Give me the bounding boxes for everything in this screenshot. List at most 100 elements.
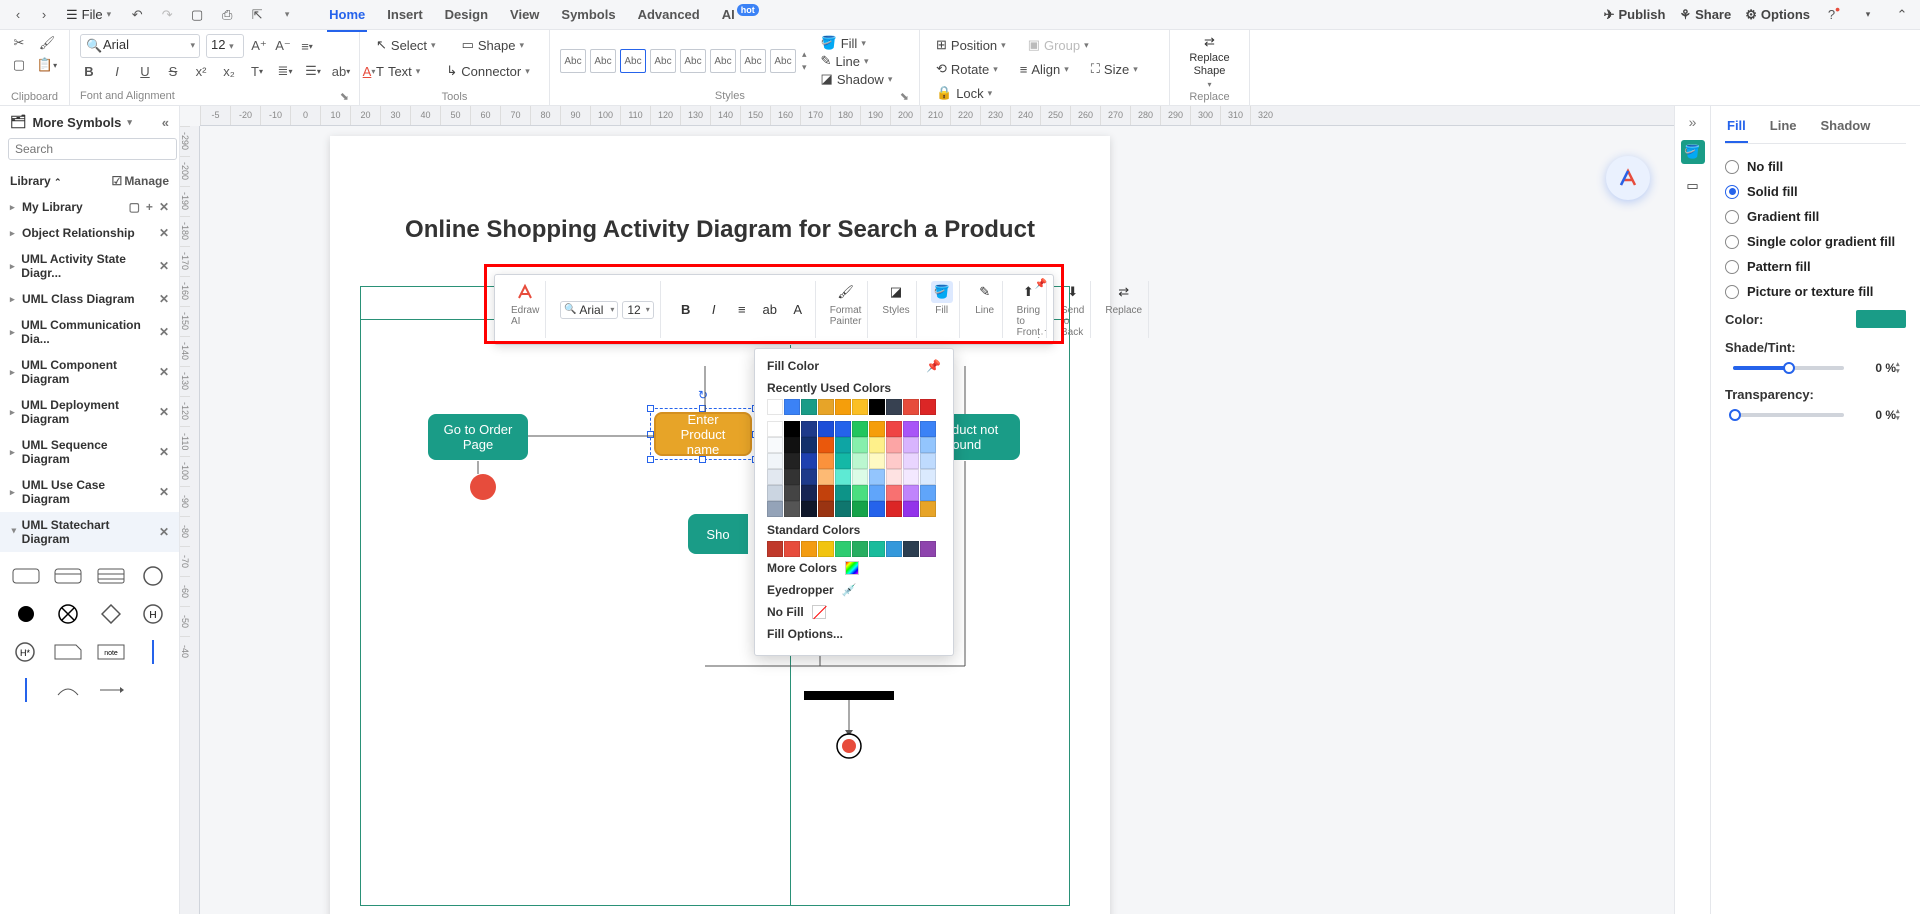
page-panel-icon[interactable]: ▭ [1681, 174, 1705, 198]
connector-tool[interactable]: ↳Connector▾ [440, 60, 535, 82]
canvas[interactable]: Online Shopping Activity Diagram for Sea… [200, 126, 1674, 914]
color-swatch[interactable] [869, 541, 885, 557]
shape-state2[interactable] [52, 562, 84, 590]
tab-symbols[interactable]: Symbols [559, 3, 617, 26]
color-swatch[interactable] [903, 485, 919, 501]
eyedropper-button[interactable]: Eyedropper💉 [767, 579, 941, 601]
line-dropdown[interactable]: ✎Line▾ [817, 52, 897, 70]
align-dropdown[interactable]: ≡Align▾ [1014, 59, 1075, 80]
rotate-handle[interactable]: ↻ [698, 388, 708, 402]
styles-down[interactable]: ▾ [802, 62, 807, 73]
node-show[interactable]: Sho [688, 514, 748, 554]
shape-vline2[interactable] [10, 676, 42, 704]
line-spacing-button[interactable]: ≣▾ [276, 62, 294, 80]
collapse-ribbon[interactable]: ⌃ [1892, 5, 1912, 25]
cut-button[interactable]: ✂ [10, 34, 28, 52]
color-swatch[interactable] [920, 469, 936, 485]
resize-grip[interactable]: ⋰ [1037, 329, 1047, 340]
font-size-select[interactable]: 12 ▾ [206, 34, 244, 58]
color-swatch[interactable] [886, 421, 902, 437]
size-dropdown[interactable]: ⛶Size▾ [1085, 58, 1144, 80]
edraw-ai-button[interactable]: Edraw AI [505, 281, 546, 338]
float-send-back[interactable]: ⬇Send to Back [1055, 281, 1091, 338]
node-initial[interactable] [470, 474, 496, 500]
qat-more[interactable]: ▾ [277, 5, 297, 25]
lock-dropdown[interactable]: 🔒Lock▾ [930, 82, 998, 104]
style-preset-4[interactable]: Abc [650, 49, 676, 73]
copy-button[interactable]: ▢ [10, 56, 28, 74]
print-button[interactable]: ⎙ [217, 5, 237, 25]
font-dialog-launcher[interactable]: ⬊ [340, 90, 349, 103]
fill-dropdown[interactable]: 🪣Fill▾ [817, 34, 897, 52]
color-swatch[interactable] [869, 421, 885, 437]
dropdown-button[interactable]: ▾ [1858, 5, 1878, 25]
shape-circle[interactable] [137, 562, 169, 590]
close-icon[interactable]: ✕ [159, 325, 169, 339]
color-swatch[interactable] [801, 399, 817, 415]
close-icon[interactable]: ✕ [159, 525, 169, 539]
color-swatch[interactable] [886, 453, 902, 469]
close-icon[interactable]: ✕ [159, 226, 169, 240]
tab-insert[interactable]: Insert [385, 3, 424, 26]
options-button[interactable]: ⚙Options [1745, 7, 1810, 23]
page[interactable]: Online Shopping Activity Diagram for Sea… [330, 136, 1110, 914]
lib-usecase[interactable]: ▸UML Use Case Diagram✕ [0, 472, 179, 512]
color-swatch[interactable] [852, 501, 868, 517]
select-tool[interactable]: ↖Select▾ [370, 34, 442, 56]
color-swatch[interactable] [852, 485, 868, 501]
decrease-font-button[interactable]: A⁻ [274, 37, 292, 55]
color-swatch[interactable] [903, 421, 919, 437]
color-swatch[interactable] [835, 437, 851, 453]
fill-option-none[interactable]: No fill [1725, 154, 1906, 179]
color-swatch[interactable] [818, 541, 834, 557]
save-button[interactable]: ▢ [187, 5, 207, 25]
color-swatch[interactable] [852, 437, 868, 453]
color-swatch[interactable] [767, 421, 783, 437]
more-colors-button[interactable]: More Colors [767, 557, 941, 579]
color-swatch[interactable] [869, 399, 885, 415]
color-swatch[interactable] [801, 453, 817, 469]
nav-back[interactable]: ‹ [8, 5, 28, 25]
color-swatch[interactable] [869, 485, 885, 501]
share-button[interactable]: ⚘Share [1679, 7, 1731, 23]
node-go-to-order[interactable]: Go to Order Page [428, 414, 528, 460]
color-swatch[interactable] [801, 541, 817, 557]
style-preset-5[interactable]: Abc [680, 49, 706, 73]
color-swatch[interactable] [886, 437, 902, 453]
color-swatch[interactable] [818, 469, 834, 485]
color-swatch[interactable] [869, 453, 885, 469]
color-swatch[interactable] [818, 453, 834, 469]
library-collapse[interactable]: ⌃ [54, 177, 62, 187]
color-swatch[interactable] [903, 437, 919, 453]
color-swatch[interactable] [920, 437, 936, 453]
color-picker[interactable] [1856, 310, 1906, 328]
chevron-down-icon[interactable]: ▾ [127, 117, 132, 128]
transparency-slider[interactable] [1733, 413, 1844, 417]
fill-option-pattern[interactable]: Pattern fill [1725, 254, 1906, 279]
tab-design[interactable]: Design [443, 3, 490, 26]
styles-dialog-launcher[interactable]: ⬊ [900, 90, 909, 103]
color-swatch[interactable] [886, 469, 902, 485]
styles-up[interactable]: ▴ [802, 49, 807, 60]
color-swatch[interactable] [767, 437, 783, 453]
lib-class[interactable]: ▸UML Class Diagram✕ [0, 286, 179, 312]
shape-deep-history[interactable]: H* [10, 638, 42, 666]
format-tab-line[interactable]: Line [1768, 114, 1799, 143]
text-case-button[interactable]: ab▾ [332, 62, 350, 80]
color-swatch[interactable] [801, 437, 817, 453]
color-swatch[interactable] [920, 501, 936, 517]
lib-statechart[interactable]: ▸UML Statechart Diagram✕ [0, 512, 179, 552]
float-font-select[interactable]: 🔍Arial▾ [560, 301, 618, 319]
color-swatch[interactable] [886, 541, 902, 557]
tab-advanced[interactable]: Advanced [636, 3, 702, 26]
color-swatch[interactable] [784, 485, 800, 501]
list-button[interactable]: ☰▾ [304, 62, 322, 80]
color-swatch[interactable] [886, 399, 902, 415]
shape-decision[interactable] [95, 600, 127, 628]
fill-option-single-gradient[interactable]: Single color gradient fill [1725, 229, 1906, 254]
format-painter-button[interactable]: 🖌 [38, 34, 56, 52]
position-dropdown[interactable]: ⊞Position▾ [930, 34, 1012, 56]
float-italic[interactable]: I [703, 299, 725, 321]
color-swatch[interactable] [852, 421, 868, 437]
superscript-button[interactable]: x² [192, 62, 210, 80]
